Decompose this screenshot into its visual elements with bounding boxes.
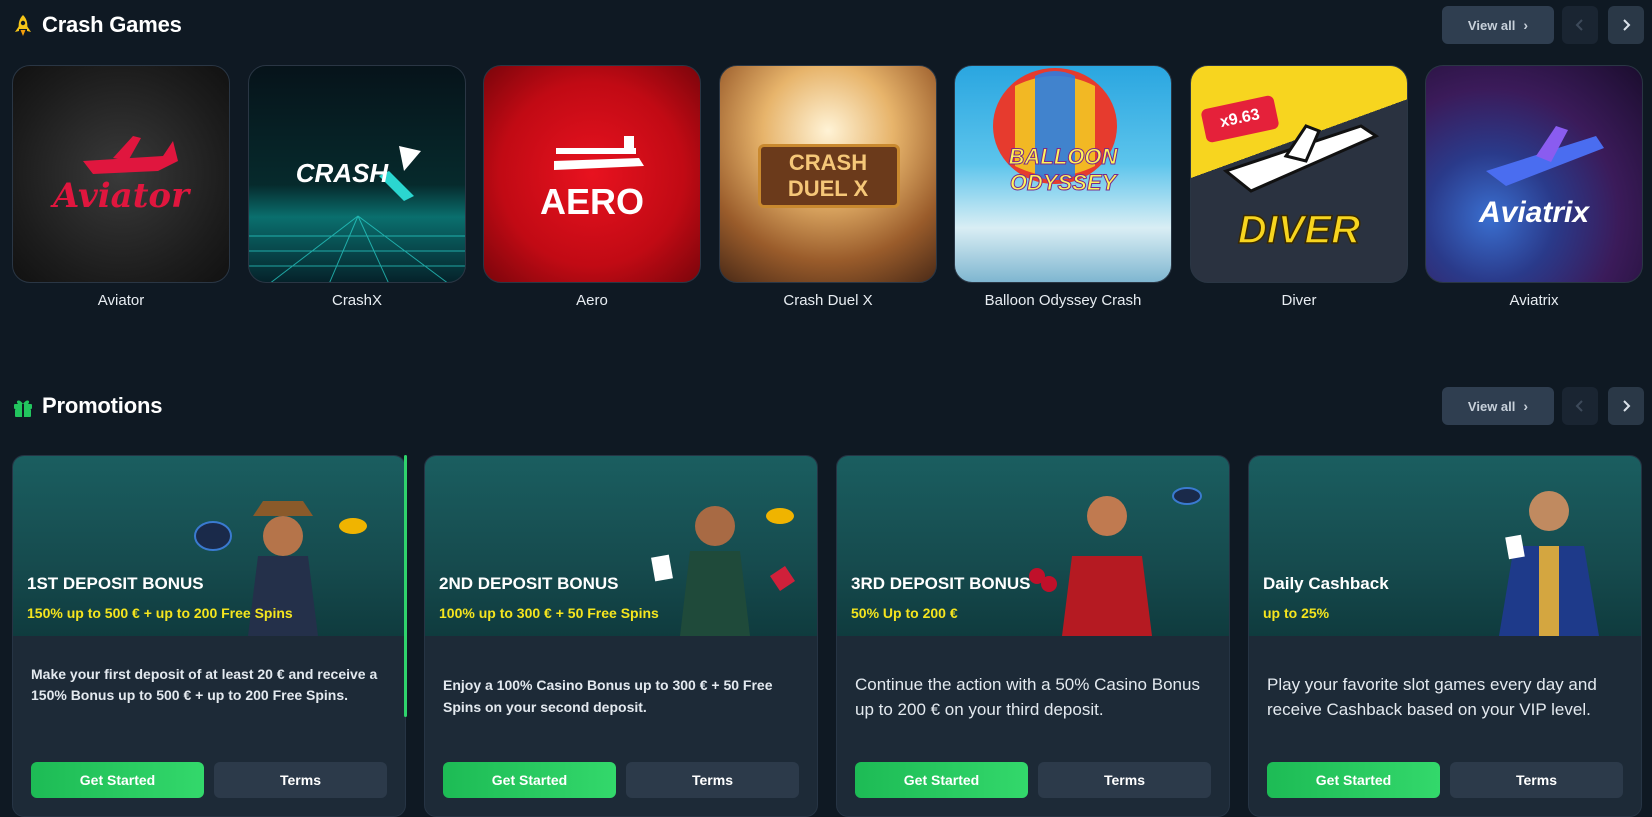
game-name: Aviator	[97, 292, 145, 309]
previous-button[interactable]	[1562, 6, 1598, 44]
terms-button[interactable]: Terms	[1038, 762, 1211, 798]
promo-description: Make your first deposit of at least 20 €…	[31, 666, 378, 703]
game-name: Diver	[1281, 292, 1317, 309]
game-name: CrashX	[331, 292, 383, 309]
promo-banner: 3RD DEPOSIT BONUS 50% Up to 200 €	[837, 456, 1229, 636]
view-all-label: View all	[1467, 398, 1516, 414]
get-started-button[interactable]: Get Started	[1267, 762, 1440, 798]
chevron-right-icon	[1623, 400, 1631, 412]
chevron-right-icon: ›	[1523, 17, 1529, 33]
crash-games-header: Crash Games View all ›	[0, 6, 1652, 46]
promotions-row: 1ST DEPOSIT BONUS 150% up to 500 € + up …	[0, 455, 1652, 817]
scroll-indicator	[404, 455, 407, 717]
game-name: Balloon Odyssey Crash	[984, 292, 1142, 309]
promo-title: 2ND DEPOSIT BONUS	[439, 574, 619, 593]
terms-button[interactable]: Terms	[214, 762, 387, 798]
plane-icon	[83, 136, 178, 174]
terms-button[interactable]: Terms	[626, 762, 799, 798]
chevron-right-icon: ›	[1523, 398, 1529, 414]
promo-description: Enjoy a 100% Casino Bonus up to 300 € + …	[443, 677, 773, 715]
get-started-button[interactable]: Get Started	[855, 762, 1028, 798]
game-thumbnail[interactable]: BALLOON ODYSSEY	[954, 65, 1172, 283]
promo-subtitle: up to 25%	[1263, 605, 1330, 621]
game-thumbnail[interactable]: Aviator	[12, 65, 230, 283]
view-all-label: View all	[1467, 17, 1516, 33]
game-logo: DIVER	[1237, 207, 1361, 253]
promo-title: Daily Cashback	[1263, 574, 1389, 593]
game-logo: CRASH	[295, 158, 389, 188]
next-button[interactable]	[1608, 387, 1644, 425]
game-card-aviatrix[interactable]: Aviatrix Aviatrix	[1425, 65, 1643, 309]
game-logo: Aviator	[53, 176, 189, 216]
previous-button[interactable]	[1562, 387, 1598, 425]
game-logo: BALLOON ODYSSEY	[1008, 144, 1118, 196]
terms-button[interactable]: Terms	[1450, 762, 1623, 798]
promo-title: 1ST DEPOSIT BONUS	[27, 574, 204, 593]
game-logo: CRASH DUEL X	[787, 150, 869, 201]
jet-icon	[1486, 126, 1604, 186]
chevron-left-icon	[1575, 400, 1583, 412]
game-name: Aero	[576, 292, 608, 309]
game-logo: AERO	[539, 181, 644, 222]
game-name: Aviatrix	[1509, 292, 1559, 309]
view-all-button[interactable]: View all ›	[1442, 6, 1554, 44]
promo-description: Continue the action with a 50% Casino Bo…	[855, 675, 1200, 719]
get-started-button[interactable]: Get Started	[443, 762, 616, 798]
game-card-balloon-odyssey[interactable]: BALLOON ODYSSEY Balloon Odyssey Crash	[954, 65, 1172, 309]
promo-description: Play your favorite slot games every day …	[1267, 675, 1597, 719]
game-card-aviator[interactable]: Aviator Aviator	[12, 65, 230, 309]
game-thumbnail[interactable]: x9.63 DIVER	[1190, 65, 1408, 283]
biplane-icon	[554, 136, 644, 170]
promo-card: 2ND DEPOSIT BONUS 100% up to 300 € + 50 …	[424, 455, 818, 817]
section-title: Crash Games	[42, 12, 182, 37]
gift-icon	[12, 395, 34, 419]
promo-card: Daily Cashback up to 25% Play your favor…	[1248, 455, 1642, 817]
next-button[interactable]	[1608, 6, 1644, 44]
promo-banner: 2ND DEPOSIT BONUS 100% up to 300 € + 50 …	[425, 456, 817, 636]
promo-subtitle: 150% up to 500 € + up to 200 Free Spins	[27, 605, 293, 621]
game-thumbnail[interactable]: AERO	[483, 65, 701, 283]
promo-card: 3RD DEPOSIT BONUS 50% Up to 200 € Contin…	[836, 455, 1230, 817]
game-thumbnail[interactable]: CRASH	[248, 65, 466, 283]
promo-card: 1ST DEPOSIT BONUS 150% up to 500 € + up …	[12, 455, 406, 817]
view-all-button[interactable]: View all ›	[1442, 387, 1554, 425]
game-thumbnail[interactable]: Aviatrix	[1425, 65, 1643, 283]
chevron-right-icon	[1623, 19, 1631, 31]
rocket-icon	[12, 14, 34, 38]
promo-subtitle: 50% Up to 200 €	[851, 605, 958, 621]
promotions-header: Promotions View all ›	[0, 387, 1652, 427]
chevron-left-icon	[1575, 19, 1583, 31]
game-card-aero[interactable]: AERO Aero	[483, 65, 701, 309]
game-card-crash-duel-x[interactable]: CRASH DUEL X Crash Duel X	[719, 65, 937, 309]
game-card-crashx[interactable]: CRASH CrashX	[248, 65, 466, 309]
section-title: Promotions	[42, 393, 163, 418]
crash-games-row: Aviator Aviator CRASH CrashX AERO Aero C…	[0, 65, 1652, 315]
game-card-diver[interactable]: x9.63 DIVER Diver	[1190, 65, 1408, 309]
game-logo: Aviatrix	[1478, 196, 1590, 229]
promo-banner: 1ST DEPOSIT BONUS 150% up to 500 € + up …	[13, 456, 405, 636]
game-name: Crash Duel X	[783, 292, 873, 309]
game-thumbnail[interactable]: CRASH DUEL X	[719, 65, 937, 283]
get-started-button[interactable]: Get Started	[31, 762, 204, 798]
promo-title: 3RD DEPOSIT BONUS	[851, 574, 1031, 593]
promo-subtitle: 100% up to 300 € + 50 Free Spins	[439, 605, 659, 621]
promo-banner: Daily Cashback up to 25%	[1249, 456, 1641, 636]
